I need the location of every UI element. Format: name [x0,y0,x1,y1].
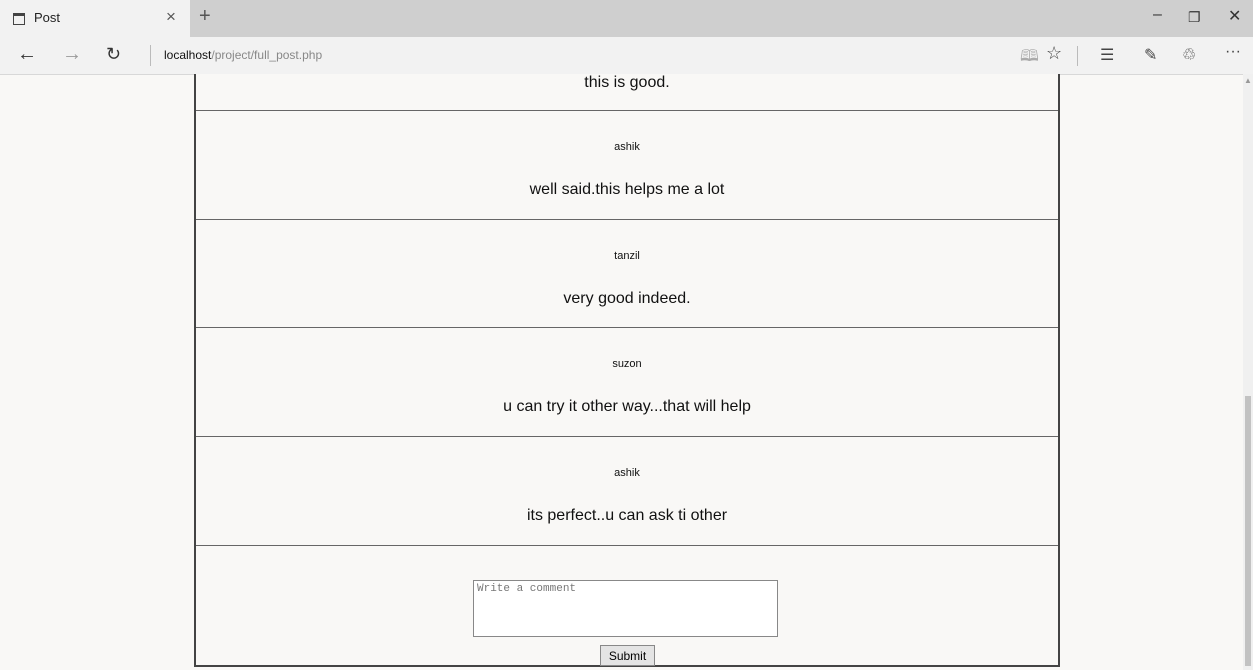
tab-close-icon[interactable]: × [166,7,176,27]
scrollbar-thumb[interactable] [1245,396,1251,666]
comment-text: well said.this helps me a lot [529,181,725,198]
comment-author: ashik [614,467,640,479]
toolbar-divider [1077,46,1078,66]
browser-tab[interactable]: Post × [0,0,190,37]
comment-text: u can try it other way...that will help [503,398,751,415]
close-window-icon[interactable]: ✕ [1228,6,1241,26]
comment-text: this is good. [584,74,670,91]
comment-text: its perfect..u can ask ti other [526,507,728,524]
tab-title: Post [34,10,61,25]
comment-input[interactable] [473,580,778,637]
comment-author: suzon [612,358,642,370]
web-note-icon[interactable]: ✎ [1144,45,1157,65]
scroll-up-icon[interactable]: ▲ [1244,76,1252,85]
more-icon[interactable]: ··· [1225,43,1241,61]
page-icon [13,13,25,25]
comment-item: suzon u can try it other way...that will… [196,328,1058,437]
post-comments-panel: this is good. ashik well said.this helps… [194,74,1060,667]
minimize-icon[interactable]: – [1153,6,1162,24]
page-scrollbar[interactable]: ▲ [1243,74,1253,670]
comment-item: this is good. [196,54,1058,111]
submit-button[interactable]: Submit [600,645,655,666]
comment-author: ashik [614,141,640,153]
comment-text: very good indeed. [563,290,691,307]
new-tab-icon[interactable]: + [199,5,211,28]
address-divider [150,45,151,66]
back-icon[interactable]: ← [17,43,37,66]
comment-author: tanzil [614,250,640,262]
comment-item: ashik its perfect..u can ask ti other [196,437,1058,546]
share-icon[interactable]: ♲ [1182,45,1196,65]
refresh-icon[interactable]: ↻ [106,44,121,65]
hub-icon[interactable]: ☰ [1100,45,1114,65]
forward-icon[interactable]: → [62,43,82,66]
restore-icon[interactable]: ❐ [1188,9,1201,26]
comment-item: ashik well said.this helps me a lot [196,111,1058,220]
browser-titlebar: Post × + – ❐ ✕ [0,0,1253,37]
comment-item: tanzil very good indeed. [196,220,1058,328]
